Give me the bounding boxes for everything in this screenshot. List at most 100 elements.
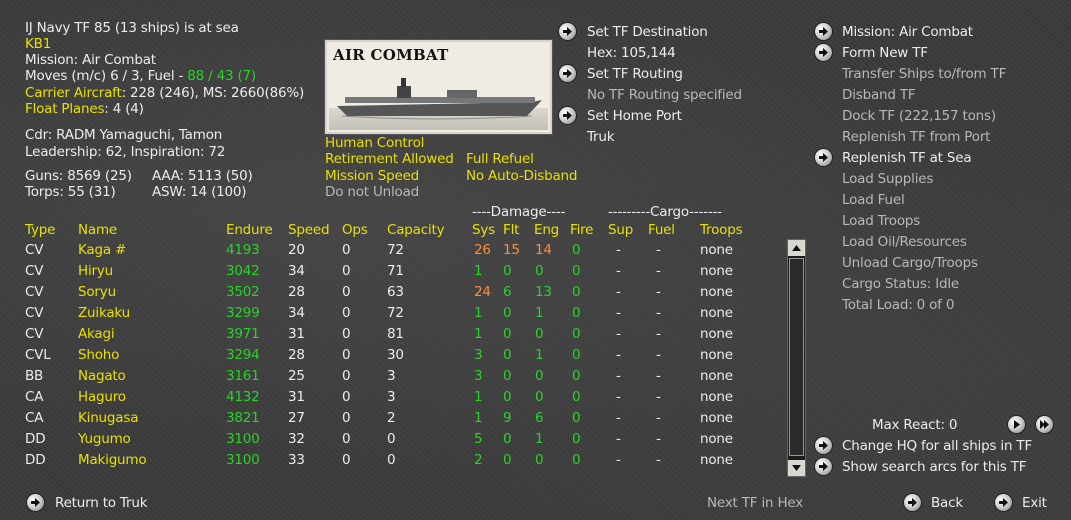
- cell-ops: 0: [342, 305, 351, 321]
- col-sup[interactable]: Sup: [608, 222, 633, 239]
- cell-speed: 28: [288, 284, 305, 300]
- load-fuel[interactable]: Load Fuel: [842, 192, 905, 209]
- cell-sys: 1: [474, 389, 483, 405]
- return-to-port[interactable]: Return to Truk: [55, 495, 148, 512]
- cell-name[interactable]: Shoho: [78, 347, 119, 364]
- cell-sup: -: [616, 263, 621, 279]
- human-control[interactable]: Human Control: [325, 135, 424, 152]
- change-hq[interactable]: Change HQ for all ships in TF: [842, 438, 1032, 455]
- set-tf-destination[interactable]: Set TF Destination: [587, 24, 708, 41]
- next-icon[interactable]: [1008, 416, 1025, 433]
- cell-speed: 25: [288, 368, 305, 384]
- form-new-tf-arrow-icon[interactable]: [815, 44, 832, 61]
- col-sys[interactable]: Sys: [472, 222, 495, 239]
- float-planes[interactable]: Float Planes: 4 (4): [25, 101, 144, 118]
- unload-cargo-troops[interactable]: Unload Cargo/Troops: [842, 255, 978, 272]
- col-fuel[interactable]: Fuel: [648, 222, 675, 239]
- scroll-down-icon[interactable]: [788, 460, 805, 476]
- replenish-from-port[interactable]: Replenish TF from Port: [842, 129, 990, 146]
- col-ops[interactable]: Ops: [342, 222, 368, 239]
- replenish-at-sea[interactable]: Replenish TF at Sea: [842, 150, 972, 167]
- back-button[interactable]: Back: [931, 495, 963, 512]
- cell-name[interactable]: Zuikaku: [78, 305, 130, 322]
- form-new-tf[interactable]: Form New TF: [842, 45, 928, 62]
- set-routing-arrow-icon[interactable]: [559, 65, 576, 82]
- set-home-port[interactable]: Set Home Port: [587, 108, 682, 125]
- cell-name[interactable]: Kaga #: [78, 242, 126, 259]
- mission-air-combat[interactable]: Mission: Air Combat: [842, 24, 973, 41]
- col-name[interactable]: Name: [78, 222, 117, 239]
- col-speed[interactable]: Speed: [288, 222, 330, 239]
- disband-tf[interactable]: Disband TF: [842, 87, 916, 104]
- table-scrollbar[interactable]: [787, 239, 806, 477]
- show-search-arcs[interactable]: Show search arcs for this TF: [842, 459, 1027, 476]
- transfer-ships[interactable]: Transfer Ships to/from TF: [842, 66, 1006, 83]
- retirement-allowed[interactable]: Retirement Allowed: [325, 151, 454, 168]
- cell-capacity: 71: [387, 263, 404, 279]
- cell-name[interactable]: Soryu: [78, 284, 116, 301]
- return-arrow-icon[interactable]: [27, 494, 44, 511]
- cell-name[interactable]: Makigumo: [78, 452, 147, 469]
- carrier-aircraft[interactable]: Carrier Aircraft: 228 (246), MS: 2660(86…: [25, 85, 304, 102]
- cell-sup: -: [616, 326, 621, 342]
- scroll-thumb[interactable]: [789, 258, 804, 456]
- cell-eng: 6: [535, 410, 544, 426]
- carrier-aircraft-label[interactable]: Carrier Aircraft: [25, 85, 122, 101]
- cell-capacity: 63: [387, 284, 404, 300]
- col-fire[interactable]: Fire: [570, 222, 593, 239]
- no-auto-disband[interactable]: No Auto-Disband: [466, 168, 577, 185]
- cell-name[interactable]: Hiryu: [78, 263, 113, 280]
- scroll-up-icon[interactable]: [788, 240, 805, 256]
- set-home-port-arrow-icon[interactable]: [559, 107, 576, 124]
- dock-tf[interactable]: Dock TF (222,157 tons): [842, 108, 996, 125]
- cell-name[interactable]: Yugumo: [78, 431, 131, 448]
- next-tf-in-hex[interactable]: Next TF in Hex: [707, 495, 803, 512]
- carrier-aircraft-value: : 228 (246), MS: 2660(86%): [121, 85, 305, 101]
- exit-button[interactable]: Exit: [1022, 495, 1047, 512]
- cell-eng: 0: [535, 368, 544, 384]
- back-arrow-icon[interactable]: [904, 494, 921, 511]
- last-icon[interactable]: [1036, 416, 1053, 433]
- cell-capacity: 81: [387, 326, 404, 342]
- float-planes-label[interactable]: Float Planes: [25, 101, 104, 117]
- exit-arrow-icon[interactable]: [995, 494, 1012, 511]
- full-refuel[interactable]: Full Refuel: [466, 151, 534, 168]
- load-oil-resources[interactable]: Load Oil/Resources: [842, 234, 967, 251]
- col-flt[interactable]: Flt: [503, 222, 519, 239]
- show-search-arcs-arrow-icon[interactable]: [815, 458, 832, 475]
- col-endure[interactable]: Endure: [226, 222, 273, 239]
- cell-name[interactable]: Akagi: [78, 326, 115, 343]
- cell-name[interactable]: Haguro: [78, 389, 126, 406]
- cell-speed: 33: [288, 452, 305, 468]
- cell-fuel: -: [656, 326, 661, 342]
- change-hq-arrow-icon[interactable]: [815, 437, 832, 454]
- cell-fuel: -: [656, 284, 661, 300]
- cell-capacity: 3: [387, 389, 396, 405]
- mission-speed[interactable]: Mission Speed: [325, 168, 419, 185]
- cell-name[interactable]: Kinugasa: [78, 410, 138, 427]
- tf-screen: { "tf": { "title": "IJ Navy TF 85 (13 sh…: [0, 0, 1071, 520]
- col-capacity[interactable]: Capacity: [387, 222, 445, 239]
- home-port: Truk: [587, 129, 615, 145]
- leadership: Leadership: 62, Inspiration: 72: [25, 144, 226, 160]
- set-destination-arrow-icon[interactable]: [559, 23, 576, 40]
- col-type[interactable]: Type: [25, 222, 55, 239]
- cell-name[interactable]: Nagato: [78, 368, 126, 385]
- set-tf-routing[interactable]: Set TF Routing: [587, 66, 683, 83]
- cell-fire: 0: [572, 242, 581, 258]
- replenish-at-sea-arrow-icon[interactable]: [815, 149, 832, 166]
- cell-endure: 3042: [226, 263, 260, 279]
- load-troops[interactable]: Load Troops: [842, 213, 920, 230]
- routing-status: No TF Routing specified: [587, 87, 742, 103]
- col-troops[interactable]: Troops: [700, 222, 743, 239]
- load-supplies[interactable]: Load Supplies: [842, 171, 933, 188]
- cell-flt: 15: [503, 242, 520, 258]
- commander[interactable]: Cdr: RADM Yamaguchi, Tamon: [25, 127, 222, 144]
- cell-fire: 0: [572, 410, 581, 426]
- cell-troops: none: [700, 389, 733, 405]
- tf-mission: Mission: Air Combat: [25, 52, 156, 68]
- cell-eng: 13: [535, 284, 552, 300]
- col-eng[interactable]: Eng: [534, 222, 559, 239]
- unload-setting[interactable]: Do not Unload: [325, 184, 419, 201]
- mission-arrow-icon[interactable]: [815, 23, 832, 40]
